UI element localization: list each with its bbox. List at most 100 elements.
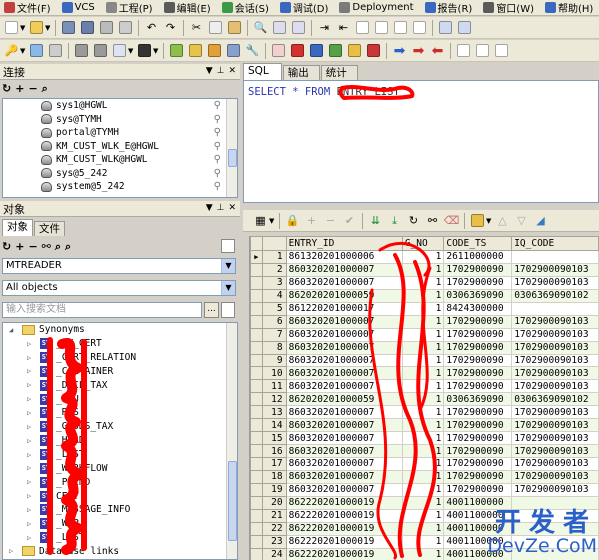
cell-g-no[interactable]: 1 <box>401 353 445 368</box>
cell-g-no[interactable]: 1 <box>401 418 445 433</box>
table-row[interactable]: 5 861220201000017 1 8424300000 <box>250 301 599 316</box>
connection-item[interactable]: portal@TYMH ⚲ <box>3 126 237 140</box>
tree-item-synonym[interactable]: ▷ SY _MESSAGE_INFO <box>3 503 237 517</box>
cell-iq-code[interactable] <box>511 301 599 316</box>
redo-icon[interactable]: ↷ <box>162 19 179 36</box>
lowercase-icon[interactable] <box>373 19 390 36</box>
tree-item-synonym[interactable]: ▷ SY _CERT_RELATION <box>3 351 237 365</box>
post-icon[interactable]: ✔ <box>341 212 358 229</box>
window-new-icon[interactable] <box>456 19 473 36</box>
cell-iq-code[interactable]: 1702900090103 <box>511 405 599 420</box>
search-options-icon[interactable] <box>221 302 235 318</box>
table-row[interactable]: 6 860320201000007 1 1702900090 1702900090103 <box>250 314 599 329</box>
cell-code-ts[interactable]: 1702900090 <box>443 457 513 471</box>
pin-icon[interactable]: ⊥ <box>217 203 225 213</box>
obj-red-icon[interactable] <box>289 42 306 59</box>
obj-red2-icon[interactable] <box>365 42 382 59</box>
save-icon[interactable] <box>60 19 77 36</box>
disconnect-icon[interactable] <box>47 42 64 59</box>
tree-node-synonyms[interactable]: ◢ Synonyms <box>3 323 237 337</box>
binoculars-icon[interactable]: ⚯ <box>424 212 441 229</box>
connect-icon[interactable] <box>28 42 45 59</box>
cell-entry-id[interactable]: 860320201000007 <box>285 444 403 458</box>
cell-iq-code[interactable]: 1702900090103 <box>511 353 599 368</box>
menu-item-8[interactable]: 窗口(W) <box>479 0 541 15</box>
layout3-icon[interactable] <box>493 42 510 59</box>
replace-icon[interactable] <box>271 19 288 36</box>
cell-g-no[interactable]: 1 <box>401 431 445 446</box>
connection-item[interactable]: sys@TYMH ⚲ <box>3 113 237 127</box>
table-row[interactable]: 4 862020201000059 1 0306369090 0306369090102 <box>250 288 599 303</box>
table-row[interactable]: 10 860320201000007 1 1702900090 170290009010… <box>250 366 599 381</box>
search-icon[interactable]: ⚲ <box>214 100 221 111</box>
cell-entry-id[interactable]: 860320201000007 <box>285 262 403 277</box>
cell-iq-code[interactable]: 1702900090103 <box>511 431 599 446</box>
expand-icon[interactable]: ▷ <box>27 437 35 445</box>
cut-icon[interactable]: ✂ <box>188 19 205 36</box>
cell-g-no[interactable]: 1 <box>401 301 445 316</box>
cell-code-ts[interactable]: 1702900090 <box>443 379 513 394</box>
tab-files[interactable]: 文件 <box>34 221 65 236</box>
commit-icon[interactable] <box>73 42 90 59</box>
search-more-button[interactable]: ... <box>204 302 219 318</box>
expand-icon[interactable]: ▷ <box>9 547 17 555</box>
column-header-entry-id[interactable]: ENTRY_ID <box>285 236 403 251</box>
tree-item-synonym[interactable]: ▷ SY CERT <box>3 489 237 503</box>
table-row[interactable]: 16 860320201000007 1 1702900090 170290009010… <box>250 444 599 458</box>
layout2-icon[interactable] <box>474 42 491 59</box>
cell-iq-code[interactable]: 1702900090103 <box>511 327 599 342</box>
remove-icon[interactable]: − <box>28 82 37 96</box>
unindent-icon[interactable]: ⇤ <box>335 19 352 36</box>
key-icon[interactable]: 🔑 <box>3 42 20 59</box>
cell-code-ts[interactable]: 1702900090 <box>443 405 513 420</box>
menu-item-0[interactable]: 文件(F) <box>0 0 58 15</box>
search-icon[interactable]: ⚲ <box>214 127 221 138</box>
rollback-icon[interactable] <box>92 42 109 59</box>
cell-iq-code[interactable]: 1702900090103 <box>511 314 599 329</box>
column-header-code-ts[interactable]: CODE_TS <box>443 236 513 251</box>
cell-code-ts[interactable]: 0306369090 <box>443 392 513 407</box>
object-scrollbar[interactable] <box>226 323 237 559</box>
tree-item-synonym[interactable]: ▷ SY _PPEND <box>3 475 237 489</box>
menu-item-7[interactable]: 报告(R) <box>421 0 480 15</box>
down-icon[interactable]: ▽ <box>513 212 530 229</box>
arrow-left-red-icon[interactable]: ⬅ <box>429 42 446 59</box>
connection-item[interactable]: sys1@HGWL ⚲ <box>3 99 237 113</box>
column-header-iq-code[interactable]: IQ_CODE <box>511 236 599 251</box>
cell-g-no[interactable]: 1 <box>401 457 445 471</box>
expand-icon[interactable]: ▷ <box>27 367 35 375</box>
arrow-right-blue-icon[interactable]: ➡ <box>391 42 408 59</box>
tree-item-synonym[interactable]: ▷ SY _LIST <box>3 448 237 462</box>
layout1-icon[interactable] <box>455 42 472 59</box>
cell-code-ts[interactable]: 1702900090 <box>443 327 513 342</box>
paste-icon[interactable] <box>226 19 243 36</box>
tree-item-synonym[interactable]: ▷ SY _OCU <box>3 392 237 406</box>
cell-iq-code[interactable]: 1702900090103 <box>511 275 599 290</box>
sql-window-icon[interactable] <box>111 42 128 59</box>
cell-g-no[interactable]: 1 <box>401 340 445 355</box>
tree-item-synonym[interactable]: ▷ SY _CONTAINER <box>3 365 237 379</box>
table-row[interactable]: 3 860320201000007 1 1702900090 1702900090103 <box>250 275 599 290</box>
cell-entry-id[interactable]: 862220201000019 <box>285 495 403 510</box>
cell-g-no[interactable]: 1 <box>401 314 445 329</box>
cell-g-no[interactable]: 1 <box>401 444 445 458</box>
cell-entry-id[interactable]: 860320201000007 <box>285 327 403 342</box>
cell-code-ts[interactable]: 1702900090 <box>443 444 513 458</box>
expand-icon[interactable]: ▷ <box>27 395 35 403</box>
panel-menu-icon[interactable]: ▼ <box>206 203 213 213</box>
cell-g-no[interactable]: 1 <box>401 262 445 277</box>
cell-code-ts[interactable]: 8424300000 <box>443 301 513 316</box>
collapse-icon[interactable]: ◢ <box>9 326 17 334</box>
cell-entry-id[interactable]: 862220201000019 <box>285 534 403 549</box>
window-list-icon[interactable] <box>437 19 454 36</box>
expand-icon[interactable]: ▷ <box>27 478 35 486</box>
filter-edit-icon[interactable]: ⌕ <box>65 240 71 254</box>
delete-record-icon[interactable]: − <box>322 212 339 229</box>
cell-entry-id[interactable]: 860320201000007 <box>285 469 403 484</box>
cell-iq-code[interactable]: 1702900090103 <box>511 457 599 471</box>
menu-item-2[interactable]: 工程(P) <box>102 0 160 15</box>
table-row[interactable]: 14 860320201000007 1 1702900090 170290009010… <box>250 418 599 433</box>
table-row[interactable]: ▶ 1 861320201000006 1 2611000000 <box>250 250 599 264</box>
new-icon[interactable] <box>3 19 20 36</box>
cell-iq-code[interactable]: 1702900090103 <box>511 379 599 394</box>
